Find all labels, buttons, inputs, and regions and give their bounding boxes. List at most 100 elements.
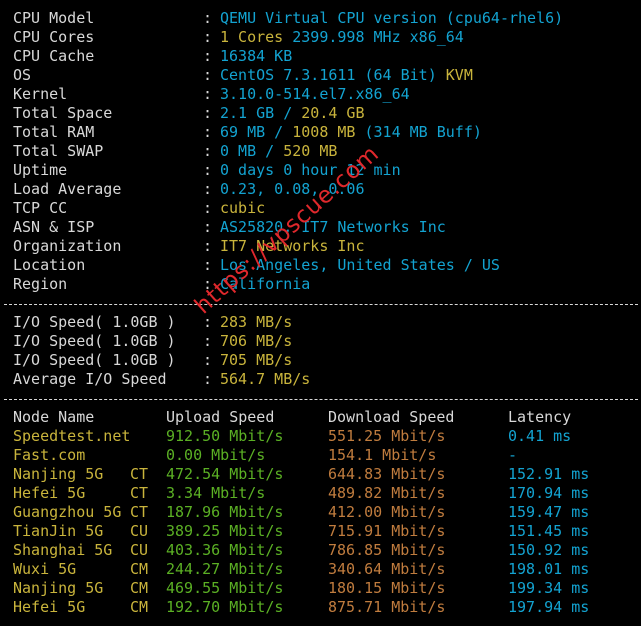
latency-value: 197.94 ms [508, 598, 590, 616]
row-label: Kernel [13, 85, 68, 103]
download-speed: 154.1 Mbit/s [328, 446, 437, 464]
download-speed: 412.00 Mbit/s [328, 503, 446, 521]
row-colon: : [203, 104, 213, 122]
upload-speed: 469.55 Mbit/s [166, 579, 284, 597]
io-value: 706 MB/s [220, 332, 293, 350]
header-download-speed: Download Speed [328, 408, 455, 426]
isp-code: CM [130, 560, 149, 578]
isp-code: CT [130, 503, 149, 521]
upload-speed: 0.00 Mbit/s [166, 446, 266, 464]
io-row: I/O Speed( 1.0GB ) : 706 MB/s [13, 332, 292, 351]
row-label: Load Average [13, 180, 122, 198]
download-speed: 786.85 Mbit/s [328, 541, 446, 559]
os-name: CentOS 7.3.1611 (64 Bit) [220, 66, 437, 84]
row-value: 3.10.0-514.el7.x86_64 [220, 85, 410, 103]
download-speed: 644.83 Mbit/s [328, 465, 446, 483]
row-label: OS [13, 66, 32, 84]
io-row: I/O Speed( 1.0GB ) : 283 MB/s [13, 313, 292, 332]
io-row: I/O Speed( 1.0GB ) : 705 MB/s [13, 351, 292, 370]
node-name: Hefei 5G [13, 598, 86, 616]
isp-code: CU [130, 522, 149, 540]
io-label: Average I/O Speed [13, 370, 167, 388]
download-speed: 180.15 Mbit/s [328, 579, 446, 597]
io-value: 283 MB/s [220, 313, 293, 331]
upload-speed: 472.54 Mbit/s [166, 465, 284, 483]
row-label: TCP CC [13, 199, 68, 217]
row-colon: : [203, 199, 213, 217]
row-label: CPU Model [13, 9, 95, 27]
header-latency: Latency [508, 408, 572, 426]
sysinfo-row-kernel: Kernel : 3.10.0-514.el7.x86_64 [13, 85, 410, 104]
isp-code: CT [130, 484, 149, 502]
row-label: ASN & ISP [13, 218, 95, 236]
row-colon: : [203, 85, 213, 103]
download-speed: 715.91 Mbit/s [328, 522, 446, 540]
download-speed: 551.25 Mbit/s [328, 427, 446, 445]
row-label: Total RAM [13, 123, 95, 141]
upload-speed: 187.96 Mbit/s [166, 503, 284, 521]
upload-speed: 3.34 Mbit/s [166, 484, 266, 502]
node-name: Wuxi 5G [13, 560, 77, 578]
latency-value: 150.92 ms [508, 541, 590, 559]
io-label: I/O Speed( 1.0GB ) [13, 313, 176, 331]
upload-speed: 192.70 Mbit/s [166, 598, 284, 616]
latency-value: - [508, 446, 518, 464]
io-label: I/O Speed( 1.0GB ) [13, 332, 176, 350]
row-colon: : [203, 161, 213, 179]
latency-value: 151.45 ms [508, 522, 590, 540]
row-label: CPU Cores [13, 28, 95, 46]
node-name: TianJin 5G [13, 522, 104, 540]
row-colon: : [203, 237, 213, 255]
row-colon: : [203, 142, 213, 160]
value-divider: / [256, 142, 284, 160]
sysinfo-row-cpu-cache: CPU Cache : 16384 KB [13, 47, 292, 66]
section-divider [4, 304, 638, 305]
node-name: Guangzhou 5G [13, 503, 122, 521]
row-label: Total Space [13, 104, 113, 122]
row-label: Organization [13, 237, 122, 255]
sysinfo-row-region: Region : California [13, 275, 310, 294]
latency-value: 198.01 ms [508, 560, 590, 578]
upload-speed: 389.25 Mbit/s [166, 522, 284, 540]
swap-used: 0 MB [220, 142, 257, 160]
row-colon: : [203, 28, 213, 46]
latency-value: 152.91 ms [508, 465, 590, 483]
sysinfo-row-uptime: Uptime : 0 days 0 hour 12 min [13, 161, 401, 180]
ram-used: 69 MB [220, 123, 266, 141]
swap-total: 520 MB [283, 142, 338, 160]
row-colon: : [203, 9, 213, 27]
row-colon: : [203, 256, 213, 274]
row-label: Uptime [13, 161, 68, 179]
row-colon: : [203, 66, 213, 84]
row-colon: : [203, 332, 213, 350]
row-value: cubic [220, 199, 266, 217]
latency-value: 199.34 ms [508, 579, 590, 597]
upload-speed: 244.27 Mbit/s [166, 560, 284, 578]
sysinfo-row-total-space: Total Space : 2.1 GB / 20.4 GB [13, 104, 365, 123]
io-value: 705 MB/s [220, 351, 293, 369]
virtualization-type: KVM [445, 66, 473, 84]
download-speed: 489.82 Mbit/s [328, 484, 446, 502]
sysinfo-row-organization: Organization : IT7 Networks Inc [13, 237, 365, 256]
row-colon: : [203, 370, 213, 388]
node-name: Shanghai 5G [13, 541, 113, 559]
sysinfo-row-os: OS : CentOS 7.3.1611 (64 Bit) KVM [13, 66, 473, 85]
sysinfo-row-cpu-model: CPU Model : QEMU Virtual CPU version (cp… [13, 9, 563, 28]
isp-code: CM [130, 579, 149, 597]
cpu-frequency: 2399.998 MHz x86_64 [292, 28, 464, 46]
latency-value: 0.41 ms [508, 427, 572, 445]
row-colon: : [203, 351, 213, 369]
sysinfo-row-load-average: Load Average : 0.23, 0.08, 0.06 [13, 180, 365, 199]
latency-value: 159.47 ms [508, 503, 590, 521]
row-value: QEMU Virtual CPU version (cpu64-rhel6) [220, 9, 564, 27]
latency-value: 170.94 ms [508, 484, 590, 502]
row-label: Region [13, 275, 68, 293]
ram-buffer: (314 MB Buff) [364, 123, 482, 141]
value-divider: / [265, 123, 293, 141]
download-speed: 875.71 Mbit/s [328, 598, 446, 616]
header-node-name: Node Name [13, 408, 95, 426]
download-speed: 340.64 Mbit/s [328, 560, 446, 578]
ram-total: 1008 MB [292, 123, 356, 141]
node-name: Hefei 5G [13, 484, 86, 502]
io-value: 564.7 MB/s [220, 370, 311, 388]
